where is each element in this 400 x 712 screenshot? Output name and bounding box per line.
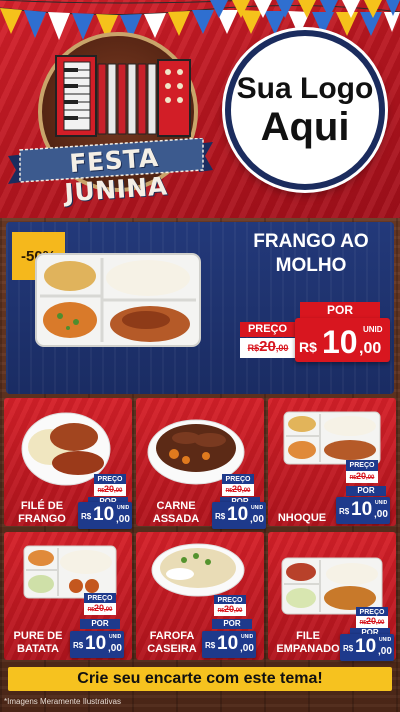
price-unit: UNID bbox=[375, 500, 388, 506]
product-name-line1: CARNE bbox=[156, 500, 196, 512]
price-unit: UNID bbox=[241, 634, 254, 640]
price-unit: UNID bbox=[251, 505, 264, 511]
price-currency: R$ bbox=[81, 512, 92, 521]
product-name-line1: FILÉ DE bbox=[20, 500, 64, 512]
old-price-currency: R$ bbox=[247, 343, 260, 353]
old-price-int: 20 bbox=[259, 338, 276, 355]
price-dec: ,00 bbox=[116, 514, 130, 525]
logo-line2: Aqui bbox=[260, 105, 350, 149]
festa-junina-badge: FESTA JUNINA bbox=[8, 20, 213, 210]
tray-image bbox=[283, 411, 381, 465]
product-name-line1: FAROFA bbox=[149, 630, 195, 642]
price-int: 10 bbox=[355, 636, 377, 657]
product-name-line1: FILE bbox=[296, 630, 320, 642]
price-unit: UNID bbox=[363, 325, 383, 334]
product-name-line2: CASEIRA bbox=[147, 643, 197, 655]
price-int: 10 bbox=[322, 324, 358, 360]
old-price-dec: ,00 bbox=[376, 620, 385, 626]
old-price-dec: ,00 bbox=[366, 475, 375, 481]
featured-price: R$ 10 ,00 UNID bbox=[295, 318, 390, 362]
price-int: 10 bbox=[85, 633, 107, 654]
old-price: R$ 20 ,00 bbox=[84, 603, 116, 615]
price-int: 10 bbox=[217, 633, 239, 654]
tray-image bbox=[23, 545, 117, 599]
price-currency: R$ bbox=[215, 512, 226, 521]
food-tray-image bbox=[35, 253, 201, 347]
festa-junina-header: FESTA JUNINA Sua Logo Aqui bbox=[0, 0, 400, 218]
old-price: R$ 20 ,00 bbox=[222, 484, 254, 496]
disclaimer-text: *Imagens Meramente Ilustrativas bbox=[4, 697, 121, 706]
price-dec: ,00 bbox=[374, 509, 388, 520]
product-name-line2: EMPANADO bbox=[276, 643, 340, 655]
old-price-int: 20 bbox=[366, 616, 377, 626]
por-label: POR bbox=[346, 486, 386, 496]
price-currency: R$ bbox=[73, 641, 84, 650]
price-currency: R$ bbox=[299, 339, 317, 355]
product-name: FILE EMPANADO bbox=[276, 630, 340, 656]
featured-product-title: FRANGO AO MOLHO bbox=[236, 230, 386, 278]
price-dec: ,00 bbox=[250, 514, 264, 525]
price-tag: R$ 10 ,00 UNID bbox=[70, 631, 124, 658]
product-name-line2: BATATA bbox=[17, 643, 59, 655]
old-price-dec: ,00 bbox=[234, 608, 243, 614]
price-int: 10 bbox=[93, 504, 115, 525]
product-name: NHOQUE bbox=[270, 512, 334, 525]
old-price-int: 20 bbox=[94, 603, 105, 613]
product-name: CARNE ASSADA bbox=[144, 500, 208, 526]
old-price-dec: ,00 bbox=[114, 488, 123, 494]
price-dec: ,00 bbox=[240, 643, 254, 654]
logo-placeholder: Sua Logo Aqui bbox=[225, 30, 385, 190]
price-tag: R$ 10 ,00 UNID bbox=[340, 634, 394, 661]
bowl-image bbox=[151, 543, 245, 597]
create-flyer-cta[interactable]: Crie seu encarte com este tema! bbox=[8, 667, 392, 691]
old-price-dec: ,00 bbox=[275, 343, 289, 353]
product-name: FAROFA CASEIRA bbox=[140, 630, 204, 656]
old-price-int: 20 bbox=[232, 484, 243, 494]
price-tag: R$ 10 ,00 UNID bbox=[336, 497, 390, 524]
price-unit: UNID bbox=[109, 634, 122, 640]
price-currency: R$ bbox=[343, 644, 354, 653]
preco-label: PREÇO bbox=[240, 322, 295, 337]
price-tag: R$ 10 ,00 UNID bbox=[212, 502, 266, 529]
old-price-int: 20 bbox=[224, 604, 235, 614]
price-unit: UNID bbox=[379, 637, 392, 643]
price-dec: ,00 bbox=[378, 646, 392, 657]
product-name: FILÉ DE FRANGO bbox=[10, 500, 74, 526]
old-price-dec: ,00 bbox=[104, 607, 113, 613]
old-price: R$ 20 ,00 bbox=[94, 484, 126, 496]
por-label: POR bbox=[300, 302, 380, 318]
price-currency: R$ bbox=[205, 641, 216, 650]
price-dec: ,00 bbox=[108, 643, 122, 654]
featured-title-line1: FRANGO AO bbox=[253, 231, 369, 252]
preco-label: PREÇO bbox=[346, 460, 378, 471]
product-name-line2: ASSADA bbox=[152, 513, 200, 525]
por-label: POR bbox=[80, 619, 120, 629]
price-currency: R$ bbox=[339, 507, 350, 516]
old-price: R$ 20 ,00 bbox=[214, 604, 246, 616]
old-price: R$ 20 ,00 bbox=[346, 471, 378, 483]
banner-title: FESTA JUNINA bbox=[63, 142, 169, 208]
price-unit: UNID bbox=[117, 505, 130, 511]
por-label: POR bbox=[212, 619, 252, 629]
price-dec: ,00 bbox=[359, 340, 382, 357]
product-name-line1: PURE DE bbox=[13, 630, 63, 642]
old-price-int: 20 bbox=[356, 471, 367, 481]
logo-line1: Sua Logo bbox=[236, 72, 374, 105]
accordion-icon bbox=[55, 55, 191, 137]
price-int: 10 bbox=[351, 499, 373, 520]
old-price: R$ 20 ,00 bbox=[356, 616, 388, 628]
product-name-line2: FRANGO bbox=[18, 513, 66, 525]
price-int: 10 bbox=[227, 504, 249, 525]
price-tag: R$ 10 ,00 UNID bbox=[78, 502, 132, 529]
old-price-dec: ,00 bbox=[242, 488, 251, 494]
old-price: R$ 20 ,00 bbox=[240, 338, 296, 358]
product-name: PURE DE BATATA bbox=[6, 630, 70, 656]
old-price-int: 20 bbox=[104, 484, 115, 494]
featured-title-line2: MOLHO bbox=[275, 255, 347, 276]
product-name-line1: NHOQUE bbox=[277, 512, 327, 524]
price-tag: R$ 10 ,00 UNID bbox=[202, 631, 256, 658]
